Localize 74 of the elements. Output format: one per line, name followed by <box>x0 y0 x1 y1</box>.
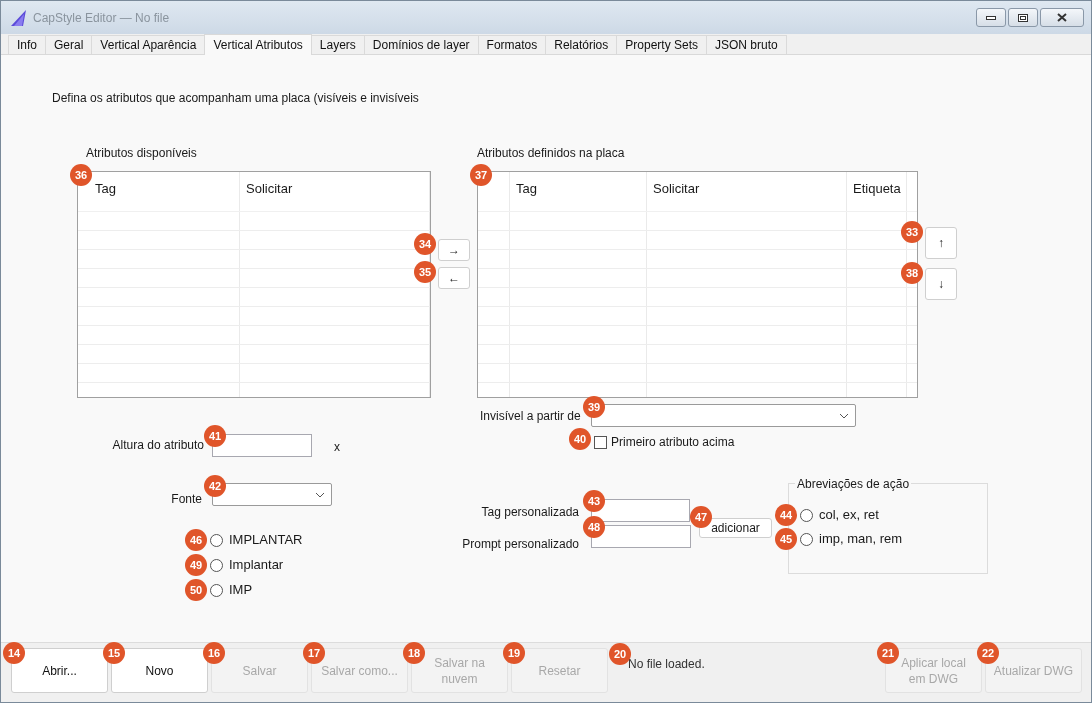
column-header[interactable]: Etiqueta <box>853 181 901 196</box>
window-title: CapStyle Editor — No file <box>33 9 170 27</box>
tab[interactable]: Domínios de layer <box>363 35 479 54</box>
marker-badge: 47 <box>690 506 712 528</box>
minimize-button[interactable] <box>976 8 1006 27</box>
field-label: Invisível a partir de <box>480 407 582 425</box>
marker-badge: 43 <box>583 490 605 512</box>
app-logo-icon <box>9 8 29 27</box>
marker-badge: 22 <box>977 642 999 664</box>
marker-badge: 36 <box>70 164 92 186</box>
marker-badge: 50 <box>185 579 207 601</box>
marker-badge: 45 <box>775 528 797 550</box>
arrow-button[interactable]: ↑ <box>925 227 957 259</box>
marker-badge: 46 <box>185 529 207 551</box>
column-header[interactable]: Tag <box>516 181 537 196</box>
column-header[interactable]: Tag <box>95 181 116 196</box>
restore-icon <box>1018 13 1028 22</box>
field-label: Fonte <box>170 491 202 508</box>
chevron-down-icon <box>315 491 325 498</box>
close-icon <box>1057 13 1067 22</box>
arrow-button[interactable]: → <box>438 239 470 261</box>
field-label: Altura do atributo <box>111 437 204 454</box>
marker-badge: 21 <box>877 642 899 664</box>
status-text: No file loaded. <box>628 657 705 671</box>
column-header[interactable]: Solicitar <box>653 181 700 196</box>
minimize-icon <box>986 15 996 20</box>
radio-button[interactable] <box>800 532 813 546</box>
field-label: Tag personalizada <box>481 504 579 521</box>
chevron-down-icon <box>839 412 849 419</box>
radio-button[interactable] <box>210 583 223 597</box>
field-label: Prompt personalizado <box>462 536 579 553</box>
marker-badge: 33 <box>901 221 923 243</box>
tab[interactable]: Layers <box>310 35 365 54</box>
marker-badge: 17 <box>303 642 325 664</box>
maximize-button[interactable] <box>1008 8 1038 27</box>
column-header[interactable]: Solicitar <box>246 181 293 196</box>
unit-label: x <box>334 439 340 456</box>
marker-badge: 41 <box>204 425 226 447</box>
checkbox[interactable] <box>594 435 607 449</box>
radio-button[interactable] <box>210 558 223 572</box>
close-button[interactable] <box>1040 8 1084 27</box>
tab[interactable]: Info <box>8 35 46 54</box>
marker-badge: 42 <box>204 475 226 497</box>
marker-badge: 44 <box>775 504 797 526</box>
marker-badge: 38 <box>901 262 923 284</box>
marker-badge: 15 <box>103 642 125 664</box>
radio-label: IMP <box>229 581 253 600</box>
radio-label: col, ex, ret <box>819 506 879 525</box>
marker-badge: 39 <box>583 396 605 418</box>
section-label: Atributos definidos na placa <box>477 145 626 162</box>
tab[interactable]: Vertical Atributos <box>204 34 312 55</box>
marker-badge: 34 <box>414 233 436 255</box>
marker-badge: 19 <box>503 642 525 664</box>
tab[interactable]: Vertical Aparência <box>91 35 206 54</box>
radio-label: Implantar <box>229 556 284 575</box>
marker-badge: 18 <box>403 642 425 664</box>
marker-badge: 49 <box>185 554 207 576</box>
section-label: Atributos disponíveis <box>86 145 198 162</box>
arrow-button[interactable]: ← <box>438 267 470 289</box>
radio-button[interactable] <box>210 533 223 547</box>
radio-label: IMPLANTAR <box>229 531 303 550</box>
marker-badge: 40 <box>569 428 591 450</box>
tab[interactable]: JSON bruto <box>706 35 787 54</box>
intro-text: Defina os atributos que acompanham uma placa (visíveis e invisíveis <box>52 90 420 107</box>
tab[interactable]: Property Sets <box>616 35 707 54</box>
checkbox-label: Primeiro atributo acima <box>611 434 735 451</box>
radio-button[interactable] <box>800 508 813 522</box>
arrow-button[interactable]: ↓ <box>925 268 957 300</box>
marker-badge: 16 <box>203 642 225 664</box>
marker-badge: 48 <box>583 516 605 538</box>
marker-badge: 35 <box>414 261 436 283</box>
marker-badge: 37 <box>470 164 492 186</box>
radio-label: imp, man, rem <box>819 530 903 549</box>
marker-badge: 14 <box>3 642 25 664</box>
